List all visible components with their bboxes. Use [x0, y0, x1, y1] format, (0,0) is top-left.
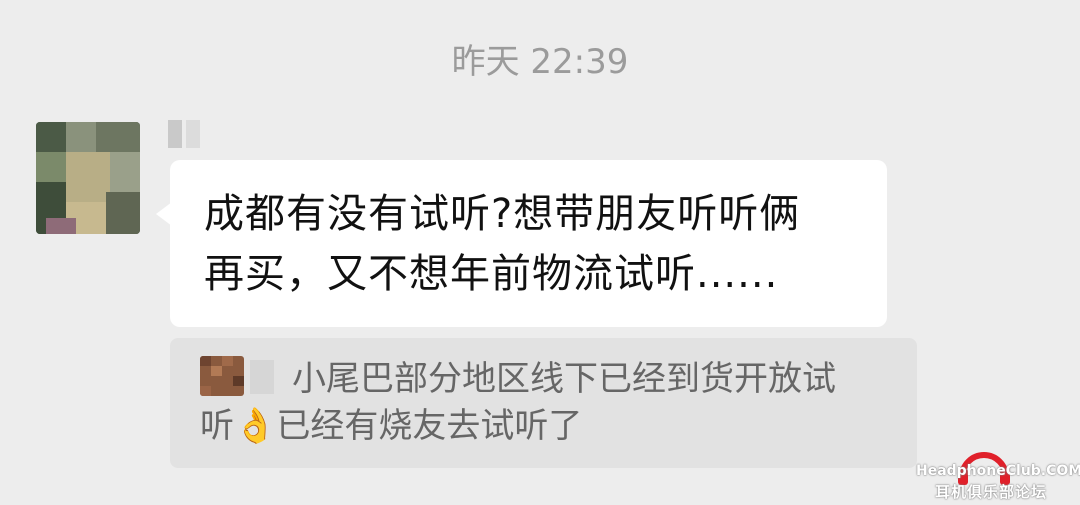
ok-hand-icon: 👌	[234, 406, 277, 446]
quoted-sender-name	[250, 360, 274, 394]
watermark-cn: 耳机俱乐部论坛	[934, 483, 1047, 501]
sender-name	[168, 120, 202, 150]
message-bubble[interactable]: 成都有没有试听?想带朋友听听俩 再买，又不想年前物流试听......	[170, 160, 887, 327]
sender-avatar[interactable]	[36, 122, 140, 234]
quoted-text-line2: 已经有烧友去试听了	[276, 406, 583, 446]
message-text-line1: 成都有没有试听?想带朋友听听俩	[204, 191, 801, 237]
watermark-site: HeadphoneClub.COM	[916, 463, 1080, 479]
quoted-avatar	[200, 356, 244, 396]
message-timestamp: 昨天 22:39	[451, 42, 629, 82]
quoted-text-prefix: 听	[200, 406, 234, 446]
message-text-line2: 再买，又不想年前物流试听......	[204, 251, 779, 297]
quoted-text-line1: 小尾巴部分地区线下已经到货开放试	[292, 359, 836, 399]
site-watermark: HeadphoneClub.COM 耳机俱乐部论坛	[916, 437, 1080, 501]
quoted-reply[interactable]: 小尾巴部分地区线下已经到货开放试 听👌已经有烧友去试听了	[170, 338, 917, 468]
